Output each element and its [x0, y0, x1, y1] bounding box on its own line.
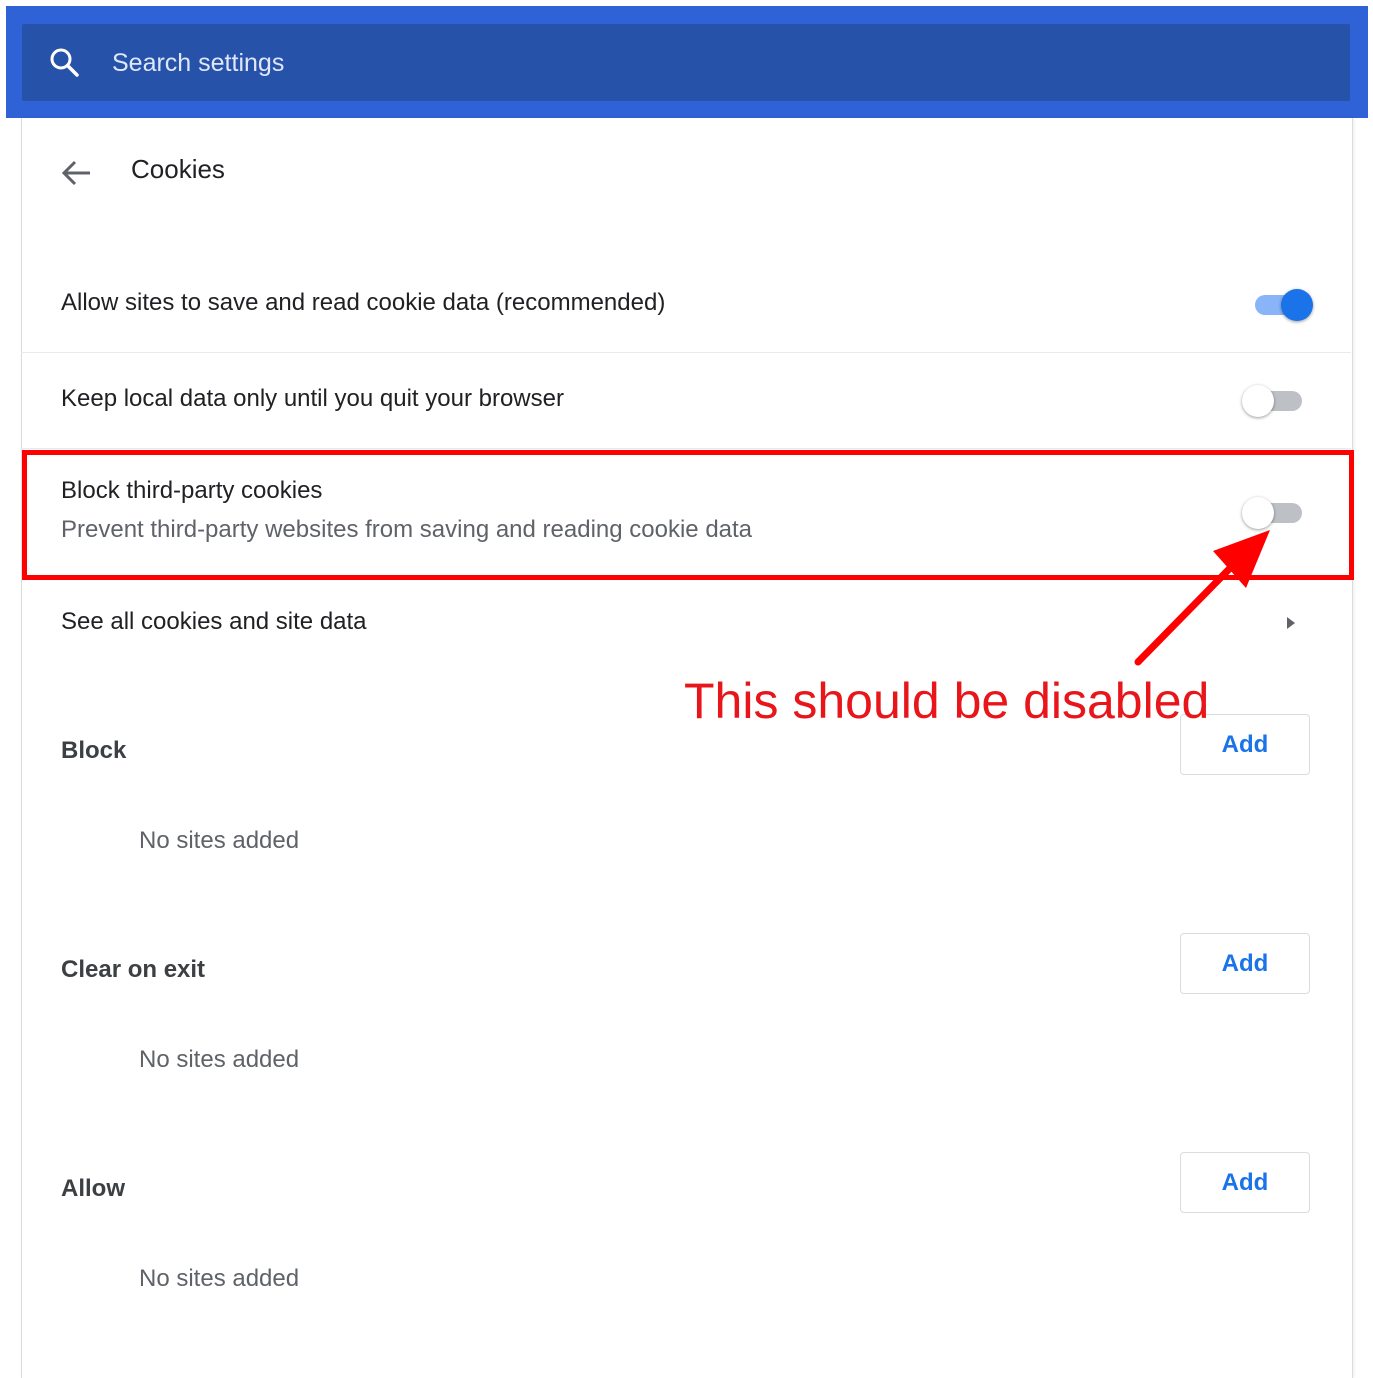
- setting-allow-cookies-label: Allow sites to save and read cookie data…: [61, 289, 666, 316]
- setting-block-third-party-description: Prevent third-party websites from saving…: [61, 516, 753, 543]
- block-third-party-toggle[interactable]: [1242, 493, 1308, 533]
- toggle-knob: [1242, 497, 1274, 529]
- keep-local-toggle[interactable]: [1242, 381, 1308, 421]
- toggle-knob: [1242, 385, 1274, 417]
- chevron-right-icon[interactable]: [1284, 613, 1298, 633]
- section-title-allow: Allow: [61, 1175, 125, 1202]
- section-title-clear-on-exit: Clear on exit: [61, 956, 206, 983]
- allow-empty-text: No sites added: [139, 1265, 300, 1292]
- divider: [21, 448, 1351, 449]
- search-icon[interactable]: [48, 46, 80, 78]
- search-input[interactable]: [110, 40, 1314, 86]
- see-all-cookies-link[interactable]: See all cookies and site data: [61, 608, 367, 636]
- add-clear-on-exit-button[interactable]: Add: [1180, 933, 1310, 994]
- annotation-text: This should be disabled: [684, 673, 1210, 729]
- block-empty-text: No sites added: [139, 827, 300, 854]
- setting-keep-local-label: Keep local data only until you quit your…: [61, 385, 564, 412]
- setting-block-third-party-label: Block third-party cookies: [61, 477, 323, 504]
- arrow-left-icon[interactable]: [60, 156, 94, 190]
- clear-on-exit-empty-text: No sites added: [139, 1046, 300, 1073]
- divider: [21, 352, 1351, 353]
- toggle-knob: [1281, 289, 1313, 321]
- section-title-block: Block: [61, 737, 127, 764]
- add-allow-button[interactable]: Add: [1180, 1152, 1310, 1213]
- allow-cookies-toggle[interactable]: [1247, 285, 1313, 325]
- page-title: Cookies: [131, 154, 225, 184]
